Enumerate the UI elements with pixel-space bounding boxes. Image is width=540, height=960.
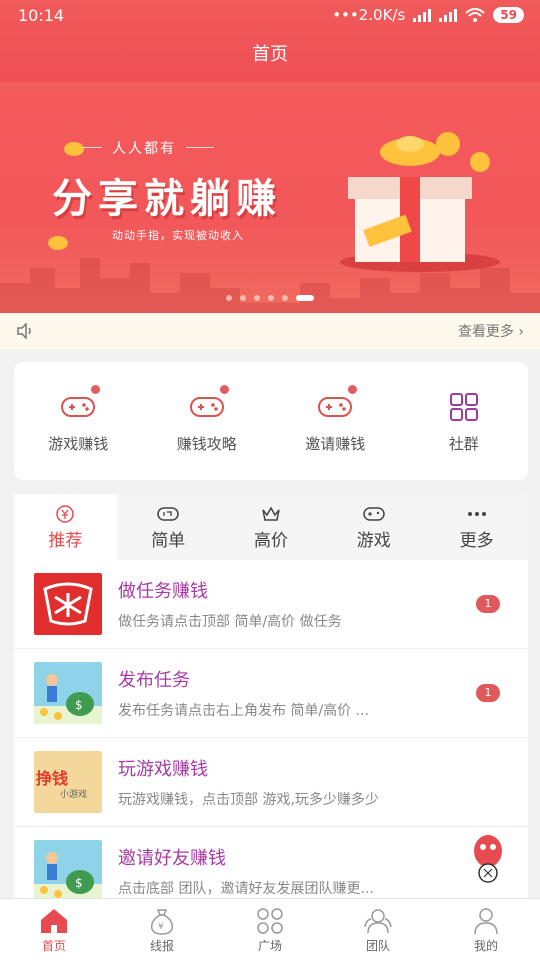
carousel-dot[interactable] [240, 295, 246, 301]
notification-dot [219, 384, 229, 394]
tab-simple[interactable]: 简单 [117, 494, 220, 560]
wifi-icon [465, 8, 485, 22]
carousel-dot-active[interactable] [296, 295, 314, 301]
entry-label: 赚钱攻略 [176, 434, 237, 453]
list-item[interactable]: 挣钱 小游戏 玩游戏赚钱 玩游戏赚钱，点击顶部 游戏,玩多少赚多少 [14, 738, 528, 827]
yen-icon [56, 505, 75, 523]
count-badge: 1 [476, 595, 500, 613]
task-title: 玩游戏赚钱 [118, 759, 208, 780]
grid-icon [449, 392, 478, 421]
mascot-icon[interactable] [464, 831, 512, 883]
page-title: 首页 [252, 44, 288, 65]
svg-text:¥: ¥ [158, 922, 164, 932]
quick-entry-card: 游戏赚钱 赚钱攻略 邀请赚钱 社群 [14, 362, 528, 480]
svg-text:$: $ [75, 698, 83, 712]
task-title: 邀请好友赚钱 [118, 848, 226, 869]
tag-icon [157, 507, 179, 521]
see-more-link[interactable]: 查看更多 › [458, 321, 524, 341]
task-title: 做任务赚钱 [118, 581, 208, 602]
entry-game-earn[interactable]: 游戏赚钱 [18, 384, 138, 454]
more-dots-icon [467, 512, 486, 516]
carousel-dot[interactable] [282, 295, 288, 301]
task-desc: 做任务请点击顶部 简单/高价 做任务 [118, 614, 342, 630]
list-item[interactable]: $ 邀请好友赚钱 点击底部 团队，邀请好友发展团队赚更... [14, 827, 528, 898]
gift-box-icon [340, 132, 500, 272]
entry-label: 邀请赚钱 [305, 434, 366, 453]
notification-dot [348, 384, 358, 394]
gamepad-icon [189, 396, 224, 417]
bottom-nav: 首页 ¥ 线报 广场 团队 我的 [0, 898, 540, 960]
money-person-icon: $ [34, 662, 102, 724]
entry-label: 游戏赚钱 [48, 434, 109, 453]
list-item[interactable]: $ 发布任务 发布任务请点击右上角发布 简单/高价 ... 1 [14, 649, 528, 738]
gamepad-icon [61, 396, 96, 417]
notice-bar[interactable]: 查看更多 › [0, 313, 540, 349]
notification-dot [91, 384, 101, 394]
speaker-icon [17, 323, 31, 339]
nav-tips[interactable]: ¥ 线报 [108, 899, 216, 960]
task-list: 做任务赚钱 做任务请点击顶部 简单/高价 做任务 1 $ 发布任务 发布任务请点… [14, 560, 528, 898]
carousel-dots[interactable] [0, 295, 540, 301]
nav-home[interactable]: 首页 [0, 899, 108, 960]
entry-label: 社群 [448, 434, 479, 453]
home-icon [41, 909, 67, 933]
status-bar: 10:14 •••2.0K/s 59 [0, 0, 540, 30]
user-icon [474, 908, 498, 935]
tab-recommend[interactable]: 推荐 [14, 494, 117, 560]
banner-headline: 分享就躺赚 [52, 175, 282, 222]
money-person-icon: $ [34, 840, 102, 898]
battery-icon: 59 [493, 7, 524, 23]
network-speed: •••2.0K/s [332, 6, 406, 24]
banner-subtitle: 动动手指，实现被动收入 [112, 229, 244, 242]
promo-banner[interactable]: 人人都有 分享就躺赚 动动手指，实现被动收入 [0, 82, 540, 313]
svg-text:$: $ [75, 876, 83, 890]
nav-team[interactable]: 团队 [324, 899, 432, 960]
carousel-dot[interactable] [268, 295, 274, 301]
money-bag-icon: ¥ [150, 909, 174, 935]
tab-games[interactable]: 游戏 [322, 494, 425, 560]
task-desc: 点击底部 团队，邀请好友发展团队赚更... [118, 881, 374, 897]
count-badge: 1 [476, 684, 500, 702]
team-icon [364, 909, 392, 934]
grid-icon [257, 908, 283, 934]
tab-more[interactable]: 更多 [425, 494, 528, 560]
mini-game-thumb: 挣钱 小游戏 [34, 751, 102, 813]
gamepad-icon [363, 507, 385, 521]
banner-tagline: 人人都有 [74, 138, 214, 158]
entry-invite-earn[interactable]: 邀请赚钱 [275, 384, 395, 454]
pinduoduo-logo-icon [34, 573, 102, 635]
nav-mine[interactable]: 我的 [432, 899, 540, 960]
task-title: 发布任务 [118, 670, 190, 691]
coin-icon [64, 142, 84, 156]
crown-icon [262, 506, 280, 521]
signal-icon [413, 8, 432, 22]
gamepad-icon [318, 396, 353, 417]
top-bar: 10:14 •••2.0K/s 59 首页 [0, 0, 540, 82]
signal-icon [439, 8, 458, 22]
status-time: 10:14 [18, 5, 65, 25]
carousel-dot[interactable] [254, 295, 260, 301]
nav-square[interactable]: 广场 [216, 899, 324, 960]
task-desc: 玩游戏赚钱，点击顶部 游戏,玩多少赚多少 [118, 792, 379, 808]
list-item[interactable]: 做任务赚钱 做任务请点击顶部 简单/高价 做任务 1 [14, 560, 528, 649]
entry-earn-guide[interactable]: 赚钱攻略 [147, 384, 267, 454]
entry-community[interactable]: 社群 [404, 389, 524, 454]
coin-icon [48, 236, 68, 250]
category-tabs: 推荐 简单 高价 游戏 更多 [14, 494, 528, 560]
tab-high-price[interactable]: 高价 [220, 494, 323, 560]
carousel-dot[interactable] [226, 295, 232, 301]
task-desc: 发布任务请点击右上角发布 简单/高价 ... [118, 703, 369, 719]
